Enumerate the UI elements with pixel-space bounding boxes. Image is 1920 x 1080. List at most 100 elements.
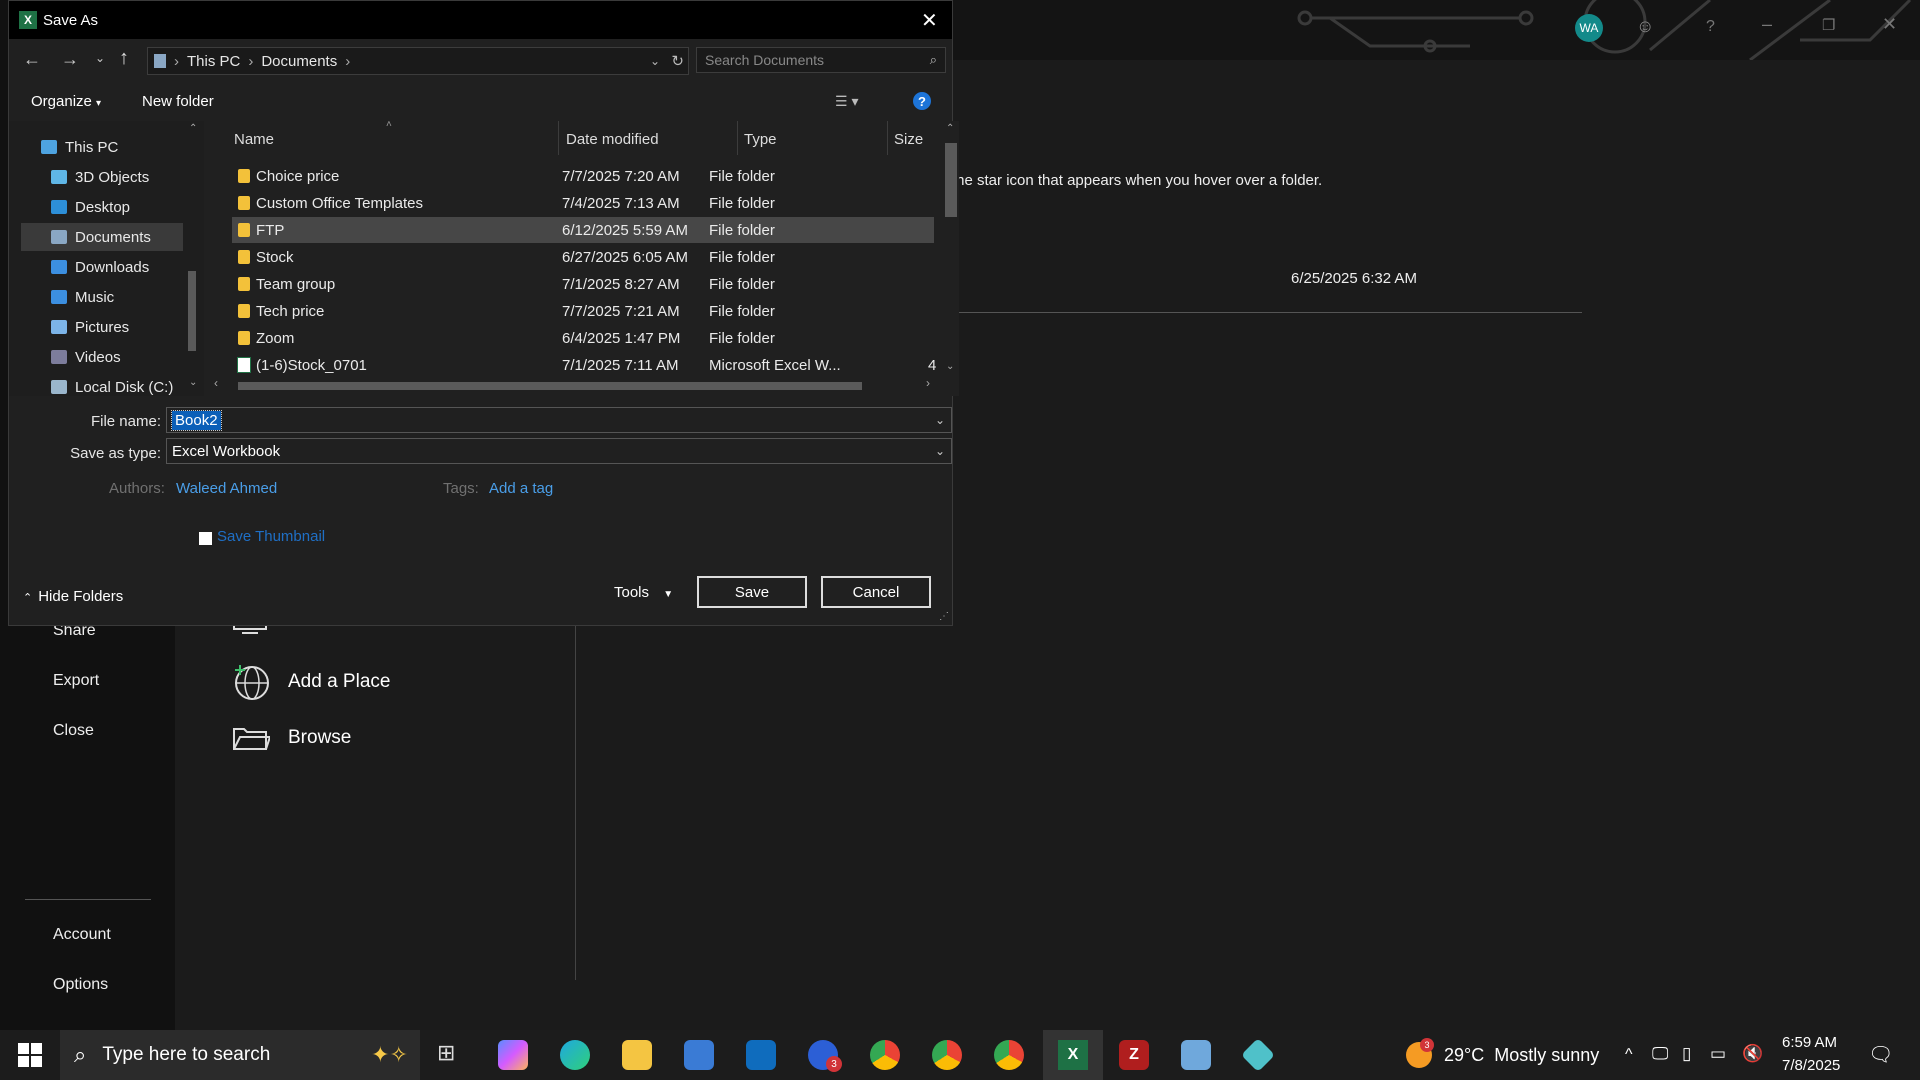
nav-item-music[interactable]: Music [51,283,201,311]
column-size[interactable]: Size [894,131,923,148]
new-folder-button[interactable]: New folder [142,93,214,110]
back-arrow-icon[interactable]: ← [23,49,41,70]
file-name-input[interactable]: Book2 ⌄ [166,407,952,433]
backstage-export[interactable]: Export [53,672,99,690]
breadcrumb-documents[interactable]: Documents [261,53,337,70]
file-row-ftp[interactable]: FTP 6/12/2025 5:59 AM File folder [232,217,934,243]
search-input[interactable]: Search Documents ⌕ [696,47,946,73]
column-date-modified[interactable]: Date modified [566,131,659,148]
notification-center-icon[interactable]: 🗨 [1868,1042,1893,1067]
forward-arrow-icon[interactable]: → [61,49,79,70]
task-view-icon[interactable]: ⊞ [437,1040,455,1066]
clock-date[interactable]: 7/8/2025 [1782,1057,1840,1074]
file-name-label: File name: [90,413,161,430]
scroll-left-icon[interactable]: ‹ [214,376,218,390]
column-type[interactable]: Type [744,131,777,148]
start-button[interactable] [18,1043,42,1072]
nav-item-desktop[interactable]: Desktop [51,193,201,221]
taskbar-search-box[interactable]: ⌕ Type here to search ✦✧ [60,1030,420,1080]
outlook-icon[interactable] [746,1040,776,1070]
save-thumbnail-checkbox[interactable] [199,532,212,545]
nav-item-downloads[interactable]: Downloads [51,253,201,281]
hscroll-thumb[interactable] [238,382,862,390]
vscroll-thumb[interactable] [945,143,957,217]
restore-icon[interactable]: ❐ [1822,16,1835,34]
file-row-stock[interactable]: Stock 6/27/2025 6:05 AM File folder [232,244,934,270]
filezilla-icon[interactable]: Z [1119,1040,1149,1070]
cancel-button[interactable]: Cancel [821,576,931,608]
organize-button[interactable]: Organize ▾ [31,93,101,110]
resize-grip-icon[interactable]: ⋰ [939,611,949,622]
scroll-up-icon[interactable]: ⌃ [946,123,954,134]
nav-item-3d-objects[interactable]: 3D Objects [51,163,201,191]
recent-locations-chevron-icon[interactable]: ⌄ [95,51,105,65]
battery-icon[interactable]: ▭ [1710,1044,1726,1064]
nav-item-pictures[interactable]: Pictures [51,313,201,341]
chevron-up-icon[interactable]: ^ [1625,1046,1633,1064]
scroll-right-icon[interactable]: › [926,376,930,390]
nav-item-local-disk[interactable]: Local Disk (C:) [51,373,201,401]
edge-icon[interactable] [560,1040,590,1070]
save-thumbnail-label[interactable]: Save Thumbnail [217,528,325,545]
volume-muted-icon[interactable]: 🔇 [1742,1044,1763,1064]
nav-scroll-thumb[interactable] [188,271,196,351]
file-row-custom-office-templates[interactable]: Custom Office Templates 7/4/2025 7:13 AM F… [232,190,934,216]
chrome-profile-2-icon[interactable] [932,1040,962,1070]
place-browse[interactable]: Browse [232,723,351,753]
file-row-zoom[interactable]: Zoom 6/4/2025 1:47 PM File folder [232,325,934,351]
nav-item-documents[interactable]: Documents [21,223,183,251]
feedback-icon[interactable]: ☺ [1636,16,1654,37]
chrome-icon[interactable] [994,1040,1024,1070]
clock-time[interactable]: 6:59 AM [1782,1034,1837,1051]
hide-folders-button[interactable]: ⌃ Hide Folders [23,588,123,605]
calculator-icon[interactable] [1181,1040,1211,1070]
file-row-team-group[interactable]: Team group 7/1/2025 8:27 AM File folder [232,271,934,297]
backstage-close[interactable]: Close [53,722,94,740]
help-button[interactable]: ? [913,92,931,110]
breadcrumb-this-pc[interactable]: This PC [187,53,240,70]
file-row-tech-price[interactable]: Tech price 7/7/2025 7:21 AM File folder [232,298,934,324]
tools-button[interactable]: Tools ▼ [614,584,673,601]
copilot-icon[interactable] [498,1040,528,1070]
file-explorer-icon[interactable] [622,1040,652,1070]
nav-item-this-pc[interactable]: This PC [41,133,191,161]
file-name: Custom Office Templates [256,194,424,212]
up-arrow-icon[interactable]: ↑ [119,47,129,70]
nav-scrollbar[interactable]: ⌃ ⌄ [185,121,201,396]
refresh-icon[interactable]: ↻ [671,52,684,70]
network-icon[interactable]: 🖵 [1652,1044,1668,1064]
address-bar[interactable]: › This PC › Documents › ⌄ ↻ [147,47,689,75]
excel-taskbar-active[interactable]: X [1043,1030,1103,1080]
window-close-icon[interactable]: ✕ [1882,14,1897,35]
backstage-account[interactable]: Account [53,926,111,944]
chevron-down-icon[interactable]: ⌄ [935,413,945,427]
minimize-icon[interactable]: – [1762,14,1772,35]
column-separator[interactable] [737,121,738,155]
authors-value[interactable]: Waleed Ahmed [176,480,277,497]
column-separator[interactable] [887,121,888,155]
column-separator[interactable] [558,121,559,155]
save-type-select[interactable]: Excel Workbook ⌄ [166,438,952,464]
dialog-close-icon[interactable]: ✕ [921,8,938,33]
store-icon[interactable] [684,1040,714,1070]
file-list-hscrollbar[interactable]: ‹ › [214,376,938,394]
nav-item-videos[interactable]: Videos [51,343,201,371]
weather-text[interactable]: 29°C Mostly sunny [1444,1045,1599,1066]
view-options-icon[interactable]: ☰ ▾ [835,93,858,110]
avatar[interactable]: WA [1575,14,1603,42]
help-icon[interactable]: ? [1706,18,1715,36]
place-add-a-place[interactable]: Add a Place [232,663,390,701]
file-row-choice-price[interactable]: Choice price 7/7/2025 7:20 AM File folder [232,163,934,189]
backstage-options[interactable]: Options [53,976,108,994]
scroll-down-icon[interactable]: ⌄ [946,361,954,372]
file-row-stock-0701[interactable]: (1-6)Stock_0701 7/1/2025 7:11 AM Microsoft… [232,352,936,378]
add-tag-link[interactable]: Add a tag [489,480,553,497]
save-button[interactable]: Save [697,576,807,608]
file-list-vscrollbar[interactable]: ⌃ ⌄ [943,121,959,396]
scroll-up-icon[interactable]: ⌃ [189,123,197,134]
scroll-down-icon[interactable]: ⌄ [189,377,197,388]
column-name[interactable]: Name [234,131,274,148]
chrome-profile-1-icon[interactable] [870,1040,900,1070]
device-icon[interactable]: ▯ [1682,1044,1691,1064]
address-dropdown-chevron-icon[interactable]: ⌄ [650,54,660,68]
